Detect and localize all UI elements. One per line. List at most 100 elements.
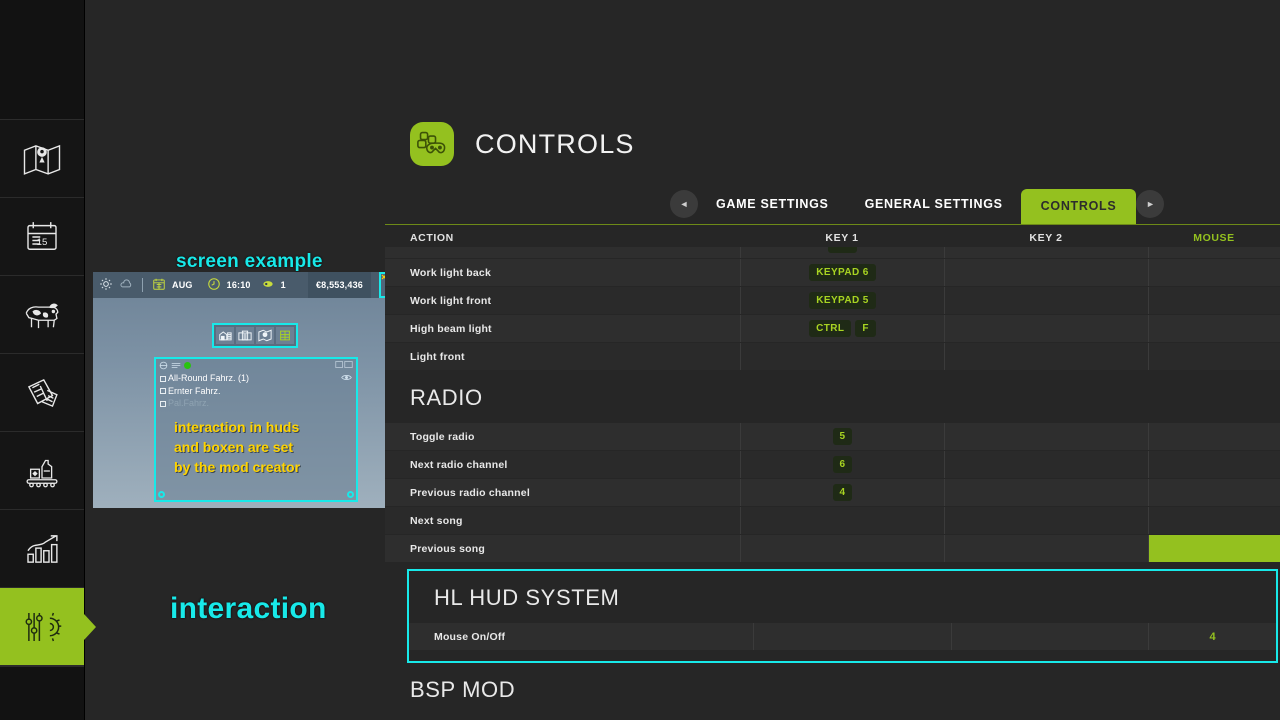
row-mouse-cell[interactable] bbox=[1148, 315, 1280, 342]
hud-top-bar: AUG 16:10 1 €8,553,436 bbox=[93, 272, 401, 298]
keycap[interactable]: CTRL bbox=[809, 320, 851, 337]
row-key2-cell[interactable] bbox=[944, 451, 1148, 478]
gamepad-icon bbox=[410, 122, 454, 166]
row-mouse-cell[interactable] bbox=[1148, 479, 1280, 506]
row-key1-cell[interactable] bbox=[740, 507, 944, 534]
row-key1-cell[interactable] bbox=[740, 535, 944, 562]
row-action-label: Previous song bbox=[385, 543, 740, 555]
sidebar-item-calendar[interactable]: 15 bbox=[0, 198, 84, 276]
table-row[interactable]: Next radio channel6 bbox=[385, 451, 1280, 479]
hud-shortcut-icon-row[interactable] bbox=[212, 323, 298, 348]
resize-handle-right[interactable] bbox=[347, 491, 354, 498]
row-mouse-cell[interactable] bbox=[1148, 535, 1280, 562]
row-key1-cell[interactable] bbox=[740, 343, 944, 370]
row-key2-cell[interactable] bbox=[944, 507, 1148, 534]
hud-interaction-panel[interactable]: All-Round Fahrz. (1) Ernter Fahrz. Pal.F… bbox=[154, 357, 358, 502]
hud-farm-icon[interactable] bbox=[216, 327, 234, 344]
controls-table-body: Work light back KEYPAD 6 Work light frontK… bbox=[385, 259, 1280, 715]
table-row[interactable]: High beam lightCTRLF bbox=[385, 315, 1280, 343]
row-key2-cell[interactable] bbox=[944, 287, 1148, 314]
sidebar-item-map[interactable] bbox=[0, 120, 84, 198]
list-item[interactable]: Ernter Fahrz. bbox=[160, 385, 352, 398]
row-key1-cell[interactable]: 4 bbox=[740, 479, 944, 506]
row-key1-cell[interactable]: KEYPAD 5 bbox=[740, 287, 944, 314]
table-row[interactable]: Work light frontKEYPAD 5 bbox=[385, 287, 1280, 315]
tab-prev-arrow-button[interactable]: ◄ bbox=[670, 190, 698, 218]
documents-icon bbox=[21, 372, 63, 414]
table-row[interactable]: Mouse On/Off 4 bbox=[409, 623, 1276, 651]
row-key2-cell[interactable] bbox=[944, 259, 1148, 286]
column-header-key1: KEY 1 bbox=[740, 232, 944, 244]
row-mouse-cell[interactable] bbox=[1148, 259, 1280, 286]
table-row[interactable]: Light front bbox=[385, 343, 1280, 371]
section-title: HL HUD SYSTEM bbox=[409, 571, 1276, 623]
list-item[interactable]: Pal.Fahrz. bbox=[160, 397, 352, 410]
tab-next-arrow-button[interactable]: ► bbox=[1136, 190, 1164, 218]
keycap[interactable]: 6 bbox=[833, 456, 853, 473]
row-mouse-cell[interactable]: 4 bbox=[1148, 623, 1276, 650]
screen-example-label: screen example bbox=[176, 251, 323, 273]
tab-game-settings[interactable]: GAME SETTINGS bbox=[698, 197, 847, 224]
keycap[interactable]: KEYPAD 5 bbox=[809, 292, 875, 309]
sidebar-item-statistics[interactable] bbox=[0, 510, 84, 588]
row-mouse-cell[interactable] bbox=[1148, 507, 1280, 534]
cow-icon bbox=[21, 294, 63, 336]
map-icon bbox=[21, 138, 63, 180]
row-mouse-cell[interactable] bbox=[1148, 287, 1280, 314]
list-item-label: Pal.Fahrz. bbox=[168, 398, 209, 408]
row-action-label: Mouse On/Off bbox=[409, 631, 753, 643]
column-header-key2: KEY 2 bbox=[944, 232, 1148, 244]
hud-note-text: interaction in huds and boxen are set by… bbox=[156, 417, 356, 477]
row-key2-cell[interactable] bbox=[951, 623, 1148, 650]
table-row[interactable]: Previous song bbox=[385, 535, 1280, 563]
row-key2-cell[interactable] bbox=[944, 423, 1148, 450]
row-key2-cell[interactable] bbox=[944, 315, 1148, 342]
hud-separator bbox=[142, 278, 143, 292]
hud-vehicles-icon[interactable] bbox=[236, 327, 254, 344]
hud-map-icon[interactable] bbox=[256, 327, 274, 344]
table-row[interactable]: Next song bbox=[385, 507, 1280, 535]
sidebar-item-animals[interactable] bbox=[0, 276, 84, 354]
sidebar-item-settings[interactable] bbox=[0, 588, 84, 666]
list-item[interactable]: All-Round Fahrz. (1) bbox=[160, 372, 352, 385]
list-item-label: Ernter Fahrz. bbox=[168, 386, 221, 396]
checkbox-icon[interactable] bbox=[160, 388, 166, 394]
row-action-label: Work light back bbox=[385, 267, 740, 279]
table-header-row: ACTION KEY 1 KEY 2 MOUSE bbox=[385, 225, 1280, 247]
row-key1-cell[interactable] bbox=[753, 623, 950, 650]
table-row[interactable] bbox=[385, 247, 1280, 259]
keycap[interactable]: KEYPAD 6 bbox=[809, 264, 875, 281]
sidebar-item-production[interactable] bbox=[0, 432, 84, 510]
hud-production-icon[interactable] bbox=[276, 327, 294, 344]
sidebar-top-spacer bbox=[0, 0, 84, 120]
row-mouse-cell[interactable] bbox=[1148, 451, 1280, 478]
table-row[interactable]: Toggle radio5 bbox=[385, 423, 1280, 451]
tab-general-settings[interactable]: GENERAL SETTINGS bbox=[847, 197, 1021, 224]
keycap[interactable] bbox=[828, 247, 858, 253]
row-key2-cell[interactable] bbox=[944, 479, 1148, 506]
row-key2[interactable] bbox=[944, 247, 1148, 258]
keycap[interactable]: F bbox=[855, 320, 876, 337]
row-mouse-cell[interactable] bbox=[1148, 423, 1280, 450]
row-key2-cell[interactable] bbox=[944, 535, 1148, 562]
table-row[interactable]: Previous radio channel4 bbox=[385, 479, 1280, 507]
hud-speed: 1 bbox=[281, 280, 286, 290]
row-key1-cell[interactable]: KEYPAD 6 bbox=[740, 259, 944, 286]
table-row[interactable]: Work light back KEYPAD 6 bbox=[385, 259, 1280, 287]
keycap[interactable]: 4 bbox=[833, 484, 853, 501]
controls-panel: CONTROLS ◄ GAME SETTINGS GENERAL SETTING… bbox=[385, 0, 1280, 720]
row-key1-cell[interactable]: 6 bbox=[740, 451, 944, 478]
sidebar-item-contracts[interactable] bbox=[0, 354, 84, 432]
row-key1[interactable] bbox=[740, 247, 944, 258]
row-mouse[interactable] bbox=[1148, 247, 1280, 258]
row-key2-cell[interactable] bbox=[944, 343, 1148, 370]
resize-handle-left[interactable] bbox=[158, 491, 165, 498]
hud-panel-list[interactable]: All-Round Fahrz. (1) Ernter Fahrz. Pal.F… bbox=[156, 371, 356, 411]
row-key1-cell[interactable]: CTRLF bbox=[740, 315, 944, 342]
tab-controls[interactable]: CONTROLS bbox=[1021, 189, 1137, 224]
checkbox-icon[interactable] bbox=[160, 401, 166, 407]
checkbox-icon[interactable] bbox=[160, 376, 166, 382]
row-key1-cell[interactable]: 5 bbox=[740, 423, 944, 450]
keycap[interactable]: 5 bbox=[833, 428, 853, 445]
row-mouse-cell[interactable] bbox=[1148, 343, 1280, 370]
